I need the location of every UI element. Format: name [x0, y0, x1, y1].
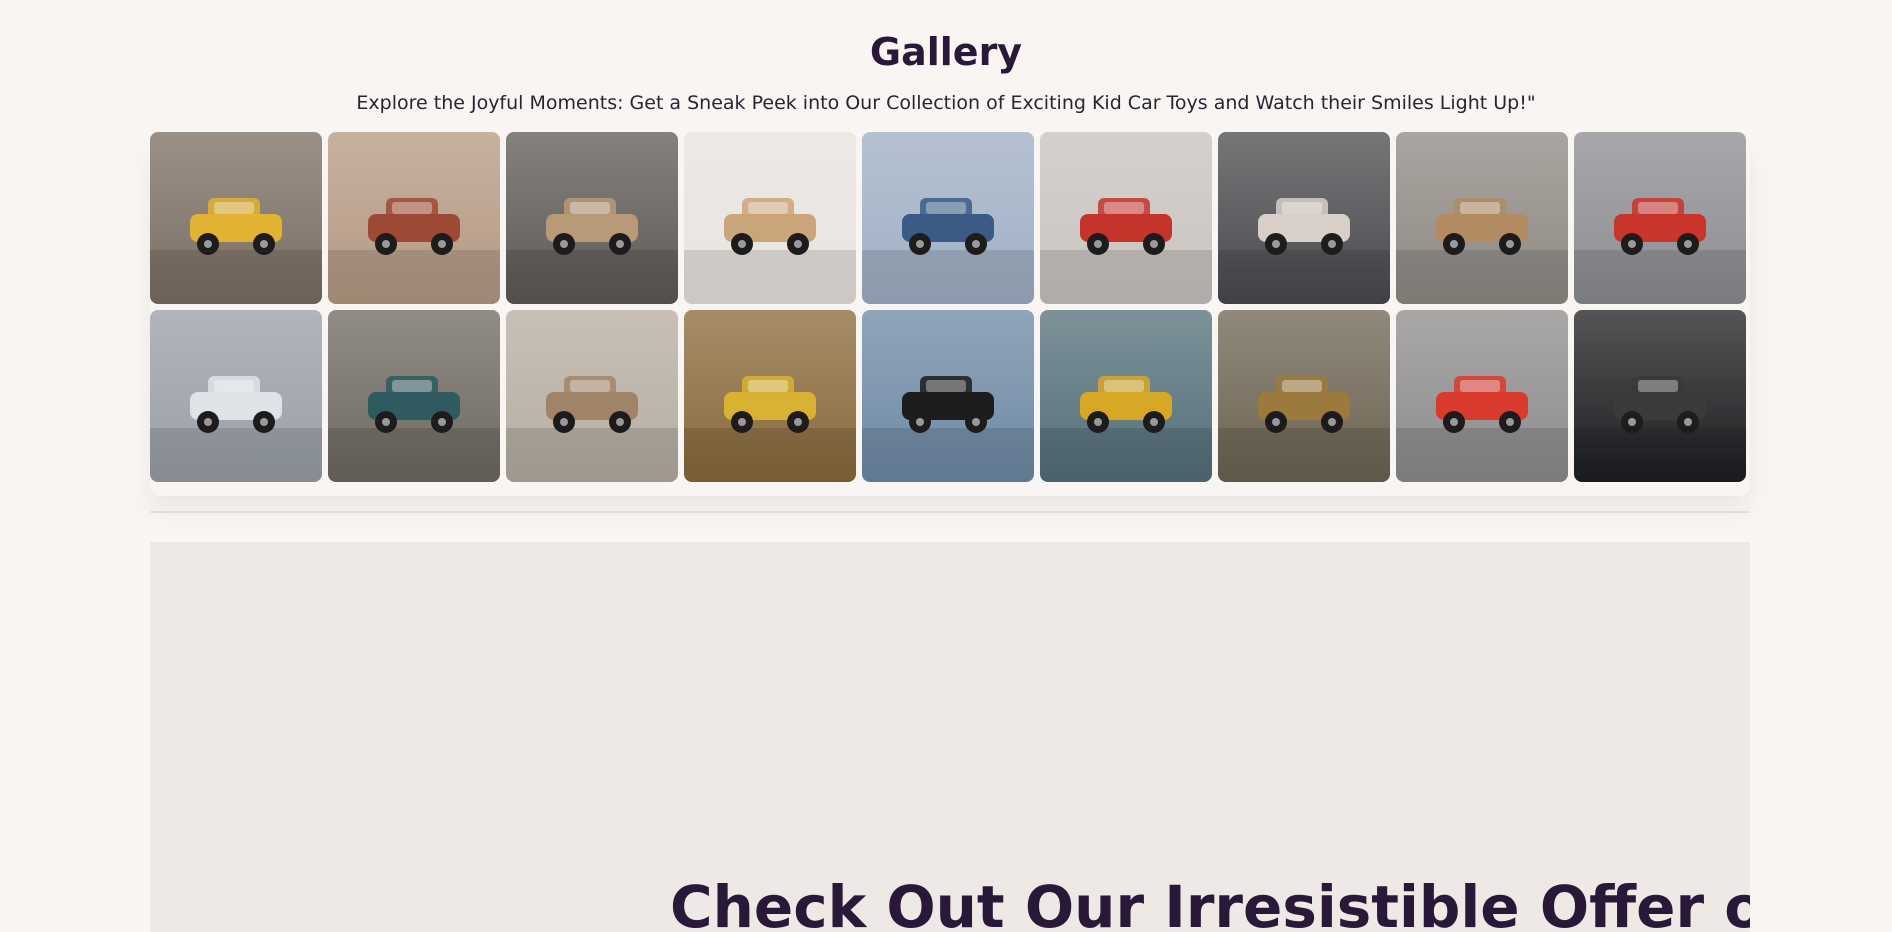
gallery-image[interactable]: [150, 310, 322, 482]
gallery-image[interactable]: [1040, 132, 1212, 304]
rusty-monster-truck-photo: [328, 132, 500, 304]
beetle-trailer-photo: [506, 310, 678, 482]
gallery-image[interactable]: [328, 132, 500, 304]
wooden-formula-car-photo: [1396, 132, 1568, 304]
rusty-van-photo: [328, 310, 500, 482]
gallery-image[interactable]: [328, 310, 500, 482]
white-sportscar-in-hand-photo: [1396, 310, 1568, 482]
shark-car-bicycle-photo: [506, 132, 678, 304]
gallery-image[interactable]: [506, 132, 678, 304]
red-wooden-truck-photo: [1574, 132, 1746, 304]
wooden-log-car-photo: [684, 132, 856, 304]
white-offroad-truck-photo: [1218, 132, 1390, 304]
gallery-image[interactable]: [506, 310, 678, 482]
gallery-image[interactable]: [684, 132, 856, 304]
rusty-defender-photo: [1218, 310, 1390, 482]
gallery-image[interactable]: [1574, 310, 1746, 482]
scooter-toy-street-photo: [150, 132, 322, 304]
drift-car-in-hand-photo: [150, 310, 322, 482]
gallery-image[interactable]: [1218, 132, 1390, 304]
gallery-image[interactable]: [684, 310, 856, 482]
offer-heading: Check Out Our Irresistible Offer on: [670, 873, 1750, 932]
gallery-image[interactable]: [862, 132, 1034, 304]
gallery-image[interactable]: [1396, 310, 1568, 482]
gallery-title: Gallery: [869, 30, 1023, 74]
gallery-image[interactable]: [1040, 310, 1212, 482]
yellow-jeep-workbench-photo: [1040, 310, 1212, 482]
section-divider: [150, 511, 1750, 513]
offer-section: Check Out Our Irresistible Offer on: [150, 542, 1750, 932]
gallery-grid: [150, 132, 1750, 482]
yellow-defender-sand-photo: [684, 310, 856, 482]
gallery-image[interactable]: [1574, 132, 1746, 304]
gallery-image[interactable]: [1218, 310, 1390, 482]
gallery-image[interactable]: [150, 132, 322, 304]
london-bridge-beetle-photo: [862, 132, 1034, 304]
gallery-image[interactable]: [1396, 132, 1568, 304]
gallery-subtitle: Explore the Joyful Moments: Get a Sneak …: [356, 92, 1536, 114]
page: Gallery Explore the Joyful Moments: Get …: [0, 0, 1892, 932]
gallery-image[interactable]: [862, 310, 1034, 482]
red-racer-20-photo: [1040, 132, 1212, 304]
black-jeep-in-hand-photo: [862, 310, 1034, 482]
black-porsche-photo: [1574, 310, 1746, 482]
